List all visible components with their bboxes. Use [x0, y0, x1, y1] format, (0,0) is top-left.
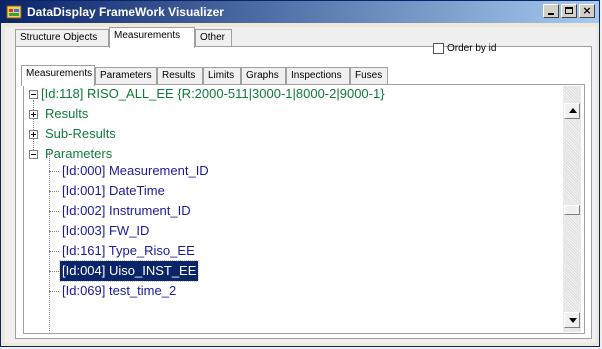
minimize-button[interactable]: [543, 4, 559, 18]
tree-connector: [49, 191, 59, 192]
minimize-icon: [548, 13, 554, 15]
tree-connector: [49, 231, 59, 232]
app-icon: [6, 5, 22, 19]
arrow-up-icon: [569, 108, 577, 113]
maximize-button[interactable]: [561, 4, 577, 18]
tree-node-parameter[interactable]: [Id:003] FW_ID: [62, 221, 149, 241]
tree-connector: [49, 251, 59, 252]
tree-node-parameter[interactable]: [Id:000] Measurement_ID: [62, 161, 209, 181]
inner-tab-strip: Measurements Parameters Results Limits G…: [21, 65, 401, 86]
window-title: DataDisplay FrameWork Visualizer: [27, 5, 224, 19]
scroll-thumb[interactable]: [564, 205, 580, 215]
close-button[interactable]: ×: [579, 4, 595, 18]
collapse-icon[interactable]: [29, 90, 38, 99]
tree-connector: [49, 211, 59, 212]
tab-inner-limits[interactable]: Limits: [203, 67, 241, 85]
tree-node-parameter[interactable]: [Id:001] DateTime: [62, 181, 165, 201]
tree-node-parameter-selected[interactable]: [Id:004] Uiso_INST_EE: [58, 260, 200, 282]
tree-connector: [49, 291, 59, 292]
measurement-tree-view[interactable]: [Id:118] RISO_ALL_EE {R:2000-511|3000-1|…: [25, 86, 563, 332]
tree-connector-parameters: [49, 151, 50, 332]
scroll-up-button[interactable]: [564, 103, 580, 119]
tree-connector: [49, 171, 59, 172]
tree-node-parameter[interactable]: [Id:002] Instrument_ID: [62, 201, 191, 221]
tree-node-results[interactable]: Results: [45, 104, 88, 124]
tab-inner-measurements[interactable]: Measurements: [21, 65, 95, 86]
tree-node-sub-results[interactable]: Sub-Results: [45, 124, 116, 144]
maximize-icon: [565, 7, 573, 14]
tree-node-parameter[interactable]: [Id:161] Type_Riso_EE: [62, 241, 195, 261]
order-by-id-label: Order by id: [447, 43, 497, 54]
expand-icon[interactable]: [29, 110, 38, 119]
tree-node-parameter[interactable]: [Id:069] test_time_2: [62, 281, 176, 301]
tree-scrollbar[interactable]: [563, 86, 581, 332]
tab-inner-parameters[interactable]: Parameters: [95, 67, 157, 85]
tab-structure-objects[interactable]: Structure Objects: [15, 29, 109, 47]
tab-inner-fuses[interactable]: Fuses: [350, 67, 388, 85]
tab-inner-results[interactable]: Results: [157, 67, 203, 85]
expand-icon[interactable]: [29, 130, 38, 139]
tree-connector: [49, 271, 59, 272]
close-icon: ×: [582, 4, 592, 17]
tab-measurements[interactable]: Measurements: [109, 27, 195, 48]
arrow-down-icon: [569, 318, 577, 323]
window-controls: ×: [541, 4, 595, 20]
scroll-down-button[interactable]: [564, 312, 580, 328]
tab-other[interactable]: Other: [195, 29, 232, 47]
tab-inner-inspections[interactable]: Inspections: [286, 67, 350, 85]
tree-node-root[interactable]: [Id:118] RISO_ALL_EE {R:2000-511|3000-1|…: [41, 86, 385, 104]
order-by-id-checkbox[interactable]: [433, 43, 444, 54]
tab-inner-graphs[interactable]: Graphs: [241, 67, 286, 85]
client-area: Structure Objects Measurements Other Ord…: [5, 27, 596, 343]
tree-connector-root: [33, 100, 34, 150]
order-by-id-toggle[interactable]: Order by id: [433, 38, 497, 54]
collapse-icon[interactable]: [29, 150, 38, 159]
top-tab-strip: Structure Objects Measurements Other: [15, 27, 315, 48]
app-window: DataDisplay FrameWork Visualizer × Struc…: [0, 0, 600, 347]
title-bar[interactable]: DataDisplay FrameWork Visualizer ×: [1, 1, 599, 23]
